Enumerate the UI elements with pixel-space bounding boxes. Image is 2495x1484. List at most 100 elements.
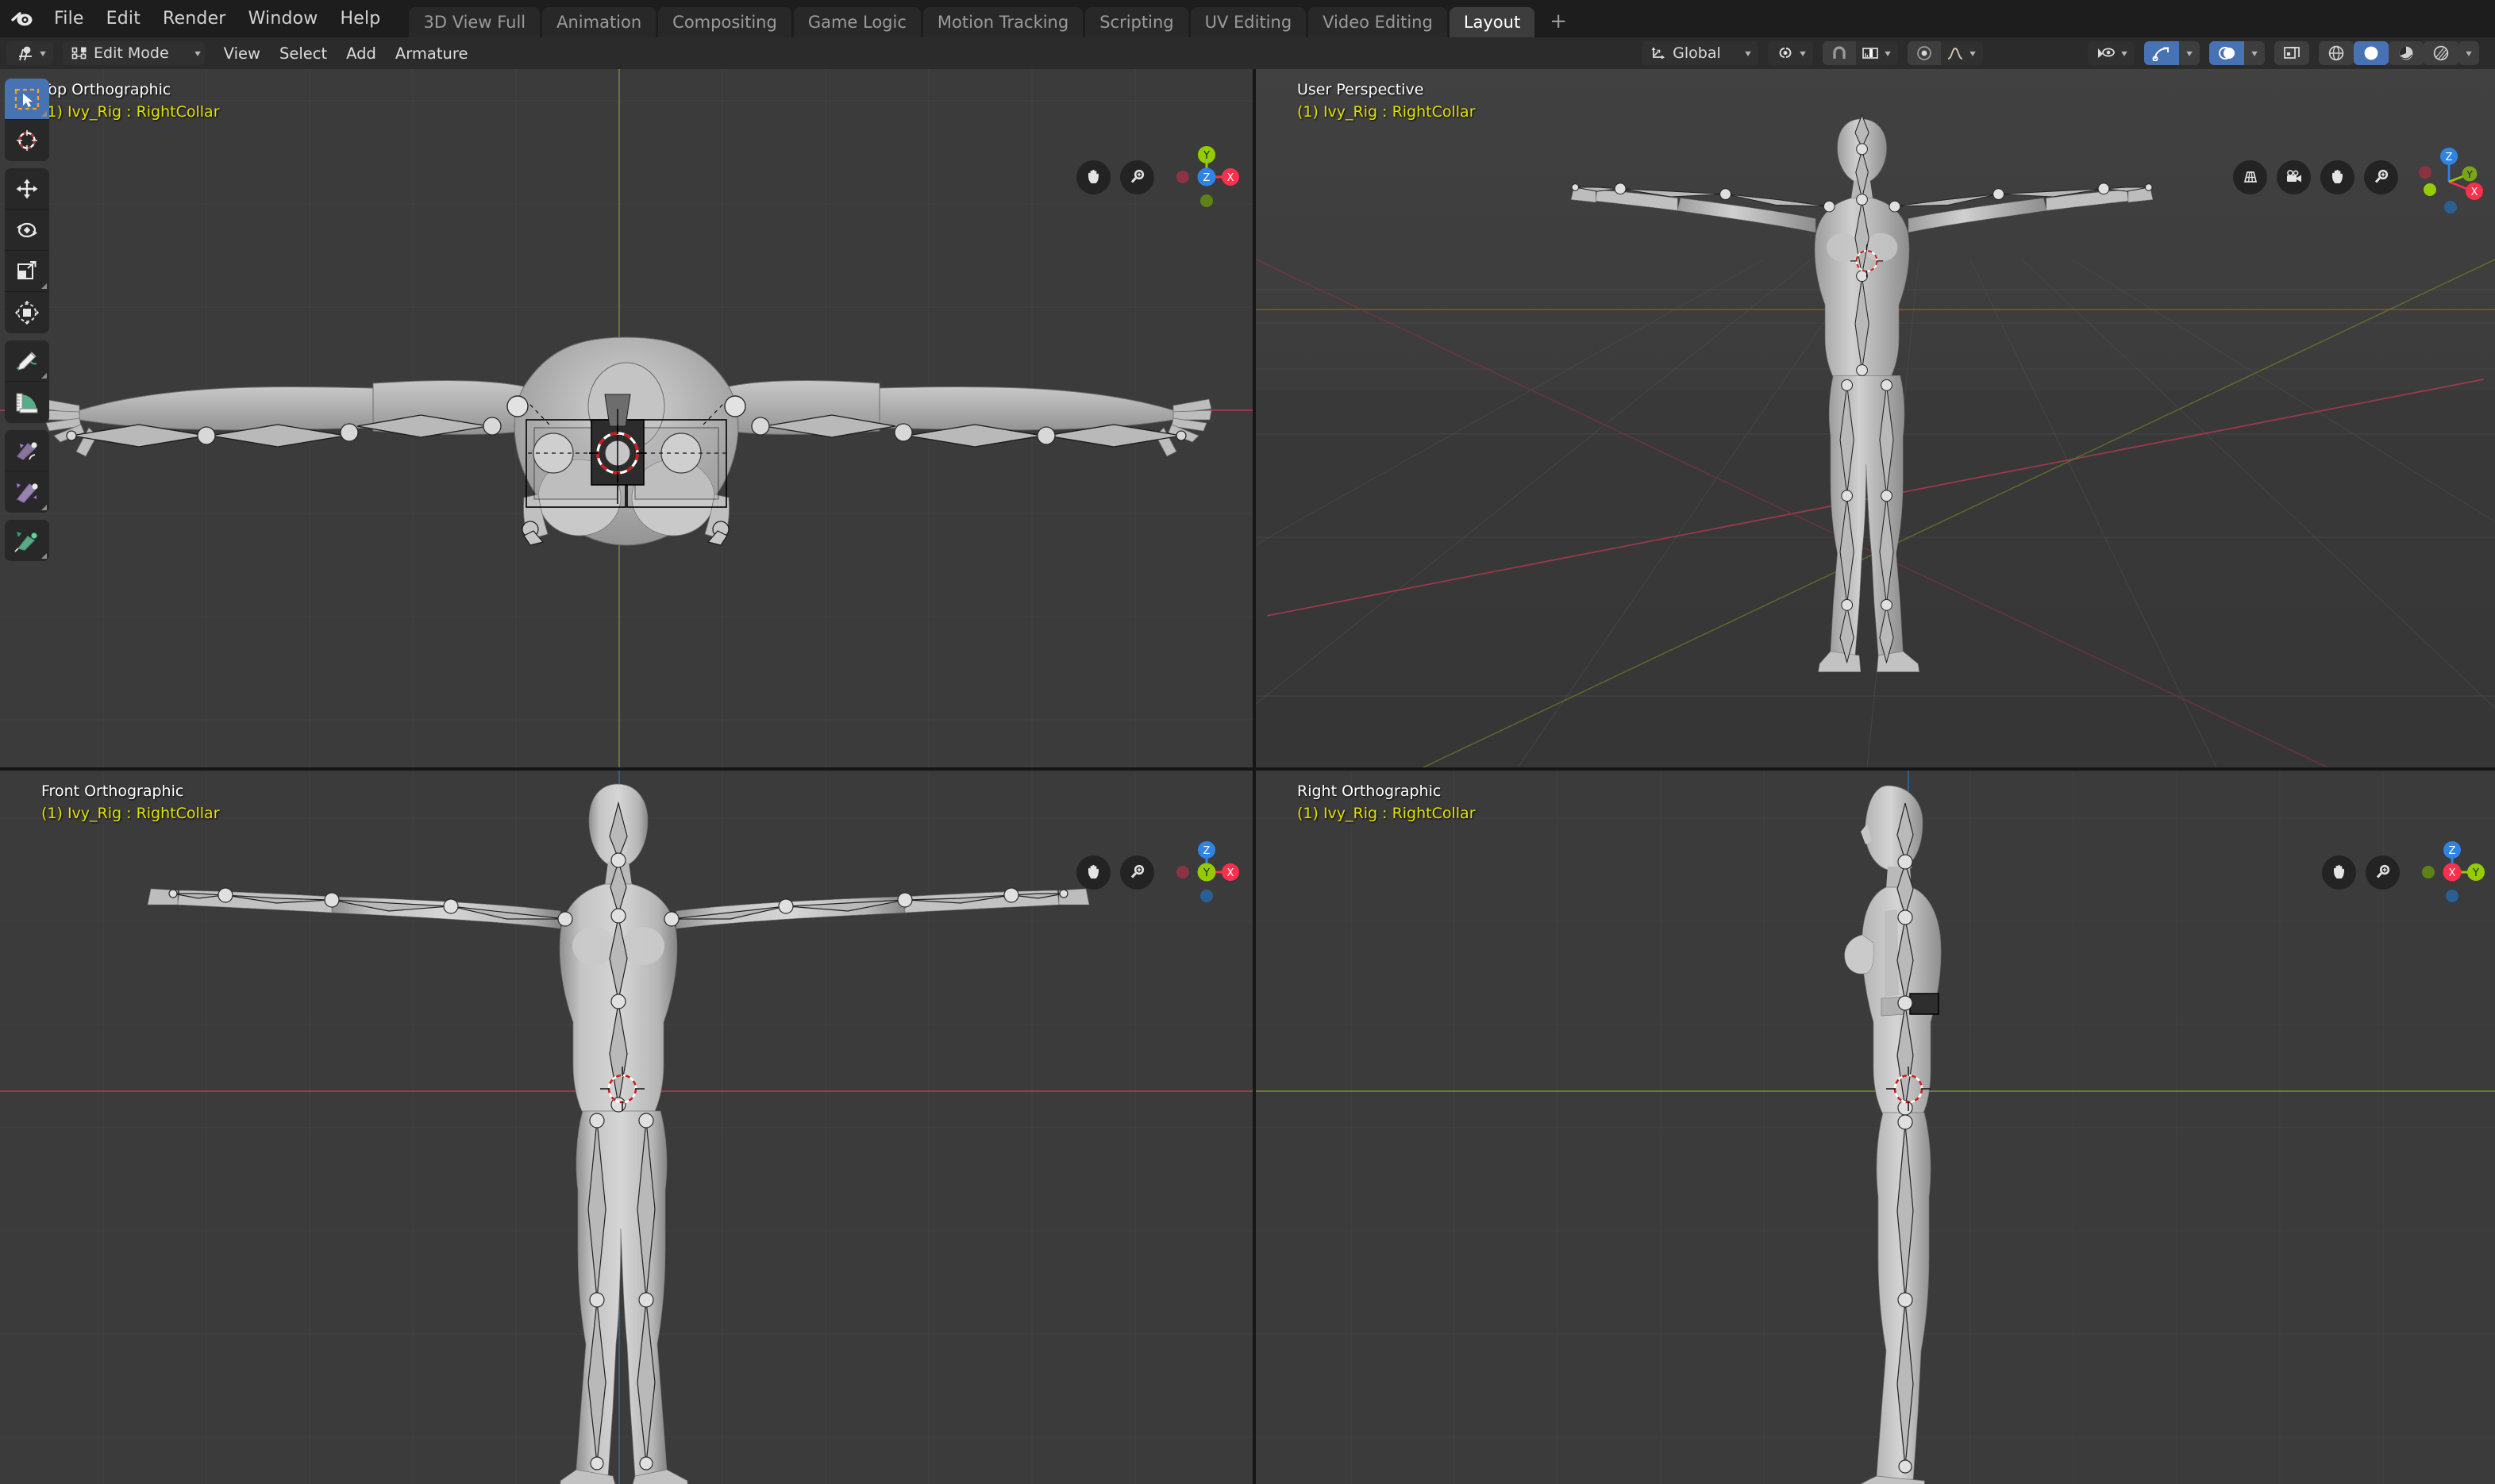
- hand-icon[interactable]: [2320, 160, 2354, 194]
- viewport-grid: Top Orthographic (1) Ivy_Rig : RightColl…: [0, 69, 2495, 1484]
- grid-perspective-icon[interactable]: [2233, 160, 2267, 194]
- header-menu-armature[interactable]: Armature: [386, 41, 478, 65]
- tool-submenu-indicator[interactable]: [41, 373, 47, 379]
- viewport-user-perspective[interactable]: User Perspective (1) Ivy_Rig : RightColl…: [1256, 69, 2495, 767]
- hand-icon[interactable]: [2322, 855, 2356, 890]
- hand-icon[interactable]: [1076, 855, 1111, 890]
- proportional-editing-icon[interactable]: [1907, 41, 1941, 65]
- tool-bone-roll[interactable]: [5, 520, 49, 561]
- overlays-dropdown[interactable]: ▾: [2243, 41, 2265, 65]
- blender-logo-icon[interactable]: [8, 7, 35, 31]
- workspace-tabs: 3D View Full Animation Compositing Game Log…: [409, 0, 1582, 37]
- transform-orientation-group[interactable]: Global ▾: [1642, 41, 1758, 65]
- shading-mode-wireframe[interactable]: [2318, 41, 2354, 65]
- chevron-down-icon: ▾: [40, 48, 46, 59]
- workspace-tab-uv-editing[interactable]: UV Editing: [1190, 7, 1307, 37]
- shading-modes-group[interactable]: ▾: [2318, 41, 2479, 65]
- shading-mode-rendered[interactable]: [2423, 41, 2458, 65]
- tool-submenu-indicator[interactable]: [41, 283, 47, 289]
- camera-icon[interactable]: [2277, 160, 2311, 194]
- menu-group: File Edit Render Window Help: [43, 6, 391, 32]
- tool-submenu-indicator[interactable]: [41, 553, 47, 559]
- scale-icon: [13, 260, 40, 283]
- viewport-right-orthographic[interactable]: Right Orthographic (1) Ivy_Rig : RightCo…: [1256, 771, 2495, 1484]
- nav-cluster-perspective: Z Y X: [2233, 140, 2487, 213]
- tool-tweak-select-box[interactable]: [5, 79, 49, 120]
- menu-window[interactable]: Window: [237, 6, 329, 32]
- editor-type-icon[interactable]: ▾: [6, 41, 53, 65]
- tool-scale[interactable]: [5, 251, 49, 292]
- xray-group[interactable]: [2274, 41, 2309, 65]
- proportional-falloff-dropdown[interactable]: ▾: [1941, 41, 1983, 65]
- mode-select-group[interactable]: Edit Mode ▾: [63, 41, 205, 65]
- pivot-point-dropdown[interactable]: ▾: [1768, 41, 1813, 65]
- overlays-group[interactable]: ▾: [2208, 41, 2265, 65]
- mode-dropdown[interactable]: Edit Mode ▾: [63, 41, 205, 65]
- overlays-toggle[interactable]: [2208, 41, 2244, 65]
- workspace-tab-3d-view-full[interactable]: 3D View Full: [409, 7, 541, 37]
- tool-group: [5, 520, 49, 561]
- snap-magnet-icon[interactable]: [1822, 41, 1856, 65]
- toggle-xray-button[interactable]: [2274, 41, 2309, 65]
- axis-gizmo-perspective[interactable]: Z Y X: [2414, 140, 2487, 213]
- svg-text:X: X: [2471, 186, 2478, 198]
- visibility-group[interactable]: ▾: [2087, 41, 2135, 65]
- workspace-tab-layout[interactable]: Layout: [1449, 7, 1535, 37]
- zoom-magnifier-icon[interactable]: [2366, 855, 2400, 890]
- zoom-magnifier-icon[interactable]: [1120, 855, 1154, 890]
- workspace-tab-motion-tracking[interactable]: Motion Tracking: [922, 7, 1084, 37]
- axis-gizmo-top[interactable]: Y X Z: [1170, 140, 1243, 213]
- menu-file[interactable]: File: [43, 6, 95, 32]
- gizmo-toggle[interactable]: [2143, 41, 2179, 65]
- object-visibility-icon: [2096, 45, 2116, 61]
- pivot-point-icon: [1776, 45, 1795, 61]
- tool-extrude-bone[interactable]: [5, 430, 49, 471]
- pivot-point-group[interactable]: ▾: [1767, 41, 1813, 65]
- viewport-top-orthographic[interactable]: Top Orthographic (1) Ivy_Rig : RightColl…: [0, 69, 1253, 767]
- object-visibility-dropdown[interactable]: ▾: [2088, 41, 2135, 65]
- proportional-editing-group[interactable]: ▾: [1907, 41, 1983, 65]
- tool-move[interactable]: [5, 168, 49, 210]
- header-menu-select[interactable]: Select: [270, 41, 337, 65]
- gizmo-dropdown[interactable]: ▾: [2178, 41, 2200, 65]
- tool-bone-size[interactable]: [5, 471, 49, 513]
- shading-mode-solid[interactable]: [2353, 41, 2389, 65]
- workspace-tab-video-editing[interactable]: Video Editing: [1308, 7, 1447, 37]
- snap-target-dropdown[interactable]: ▾: [1856, 41, 1898, 65]
- shading-options-dropdown[interactable]: ▾: [2458, 41, 2479, 65]
- tool-submenu-indicator[interactable]: [41, 505, 47, 510]
- workspace-tab-scripting[interactable]: Scripting: [1085, 7, 1188, 37]
- nav-cluster-front: Z X Y: [1076, 836, 1243, 909]
- header-menu-view[interactable]: View: [214, 41, 270, 65]
- axis-gizmo-front[interactable]: Z X Y: [1170, 836, 1243, 909]
- tool-rotate[interactable]: [5, 210, 49, 251]
- menu-help[interactable]: Help: [329, 6, 392, 32]
- gizmo-group[interactable]: ▾: [2143, 41, 2200, 65]
- transform-orientation-dropdown[interactable]: Global ▾: [1642, 41, 1758, 65]
- tool-submenu-indicator[interactable]: [41, 111, 47, 117]
- toggle-xray-icon: [2282, 45, 2301, 61]
- menu-render[interactable]: Render: [152, 6, 237, 32]
- tool-measure[interactable]: [5, 382, 49, 423]
- workspace-tab-game-logic[interactable]: Game Logic: [793, 7, 921, 37]
- mode-label: Edit Mode: [94, 44, 169, 62]
- workspace-tab-compositing[interactable]: Compositing: [658, 7, 791, 37]
- editor-type-group[interactable]: ▾: [6, 41, 54, 65]
- tool-transform[interactable]: [5, 292, 49, 333]
- menu-edit[interactable]: Edit: [95, 6, 152, 32]
- axis-gizmo-right[interactable]: Z Y X: [2416, 836, 2489, 909]
- hand-icon[interactable]: [1076, 160, 1111, 194]
- bone-roll-icon: [13, 529, 40, 552]
- tool-cursor[interactable]: [5, 120, 49, 161]
- svg-text:Y: Y: [2472, 867, 2479, 879]
- snapping-group[interactable]: ▾: [1822, 41, 1898, 65]
- measure-ruler-icon: [13, 390, 40, 414]
- zoom-magnifier-icon[interactable]: [1120, 160, 1154, 194]
- header-menu-add[interactable]: Add: [337, 41, 386, 65]
- shading-mode-material[interactable]: [2388, 41, 2424, 65]
- add-workspace-button[interactable]: +: [1537, 7, 1580, 37]
- viewport-front-orthographic[interactable]: Front Orthographic (1) Ivy_Rig : RightCo…: [0, 771, 1253, 1484]
- workspace-tab-animation[interactable]: Animation: [542, 7, 656, 37]
- tool-annotate[interactable]: [5, 340, 49, 382]
- zoom-magnifier-icon[interactable]: [2364, 160, 2398, 194]
